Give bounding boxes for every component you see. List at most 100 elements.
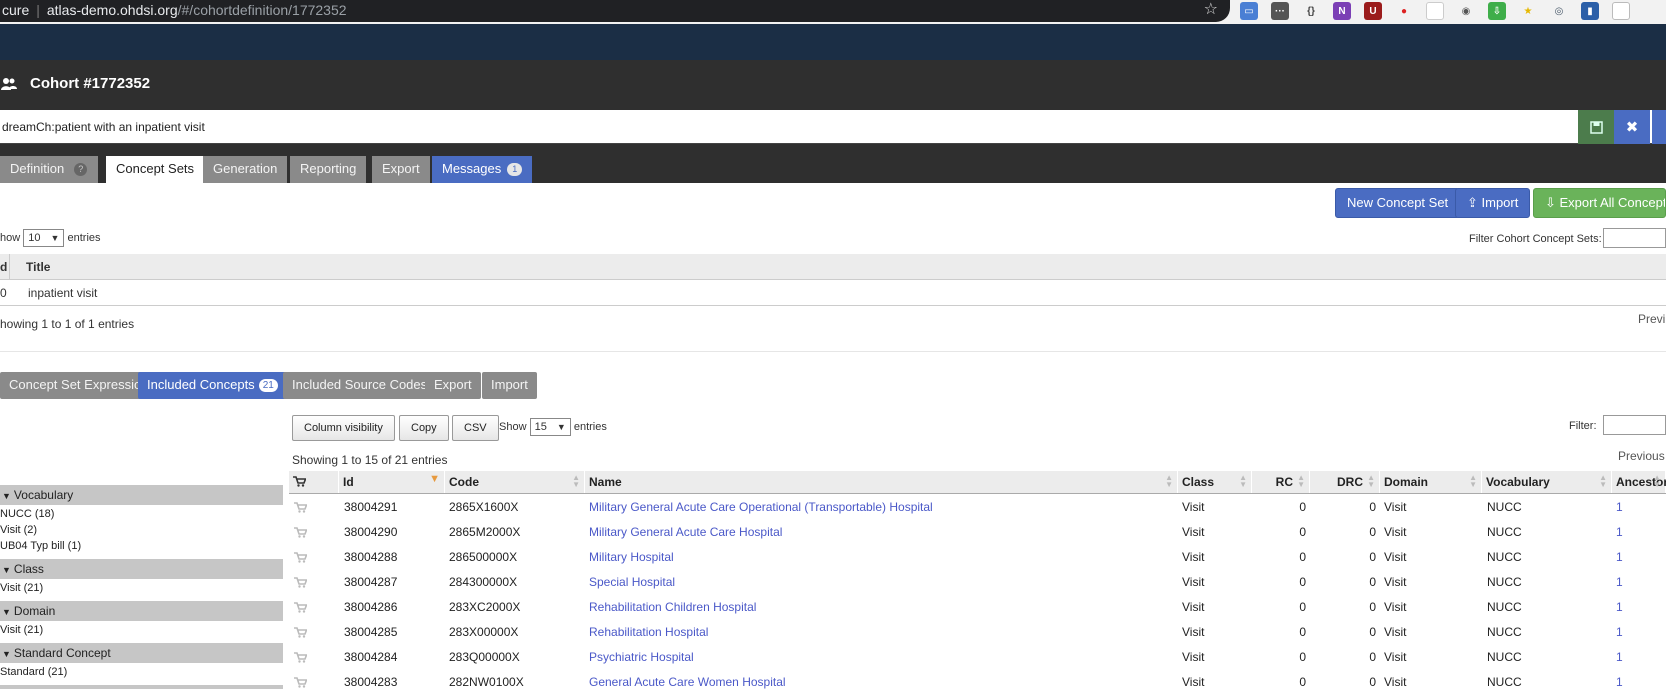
tab-included-source-codes[interactable]: Included Source Codes xyxy=(283,372,437,399)
document-extension-icon[interactable] xyxy=(1612,2,1630,20)
copy-cohort-button[interactable] xyxy=(1652,110,1666,144)
tab-included-concepts[interactable]: Included Concepts 21 xyxy=(138,372,287,399)
star-extension-icon[interactable]: ★ xyxy=(1519,2,1537,20)
cell-ancestors[interactable]: 1 xyxy=(1616,650,1623,664)
concepts-length-select[interactable]: 15 ▼ xyxy=(529,418,571,436)
bookmark-star-icon[interactable]: ☆ xyxy=(1204,0,1218,20)
row-title[interactable]: inpatient visit xyxy=(28,286,97,300)
cell-ancestors[interactable]: 1 xyxy=(1616,600,1623,614)
previous-page-link[interactable]: Previ xyxy=(1638,312,1665,326)
col-ancestors-header[interactable]: Ancestors▲▼ xyxy=(1612,471,1666,493)
ublock-icon[interactable]: U xyxy=(1364,2,1382,20)
cell-ancestors[interactable]: 1 xyxy=(1616,625,1623,639)
add-to-cart-icon[interactable] xyxy=(294,627,308,638)
extension-window-icon[interactable]: ▭ xyxy=(1240,2,1258,20)
add-to-cart-icon[interactable] xyxy=(294,502,308,513)
col-title-header[interactable]: Title xyxy=(26,260,50,274)
concept-sets-length-select[interactable]: 10 ▼ xyxy=(23,229,65,247)
col-domain-header[interactable]: Domain ▲ ▼ xyxy=(1380,471,1482,493)
download-extension-icon[interactable]: ⇩ xyxy=(1488,2,1506,20)
tab-messages[interactable]: Messages 1 xyxy=(432,156,533,183)
cell-name[interactable]: Special Hospital xyxy=(589,575,675,589)
facet-item[interactable]: UB04 Typ bill (1) xyxy=(0,540,81,552)
bookmark-extension-icon[interactable]: ▮ xyxy=(1581,2,1599,20)
facet-item[interactable]: NUCC (18) xyxy=(0,508,54,520)
facet-header[interactable]: ▼ Domain xyxy=(0,601,283,621)
add-to-cart-icon[interactable] xyxy=(294,577,308,588)
cell-code: 2865X1600X xyxy=(449,500,519,514)
add-to-cart-icon[interactable] xyxy=(294,677,308,688)
copy-button[interactable]: Copy xyxy=(399,415,449,441)
extension-blank-icon[interactable] xyxy=(1426,2,1444,20)
address-bar[interactable]: cure | atlas-demo.ohdsi.org/#/cohortdefini… xyxy=(0,0,1230,22)
tab-export[interactable]: Export xyxy=(372,156,430,183)
col-name-header[interactable]: Name ▲ ▼ xyxy=(585,471,1178,493)
filter-icon: ▼ xyxy=(2,649,11,659)
tab-export[interactable]: Export xyxy=(425,372,481,399)
add-to-cart-icon[interactable] xyxy=(294,552,308,563)
extension-braces-icon[interactable]: {} xyxy=(1302,2,1320,20)
column-label: RC xyxy=(1275,475,1293,489)
previous-page-link[interactable]: Previous xyxy=(1618,449,1665,463)
onenote-icon[interactable]: N xyxy=(1333,2,1351,20)
add-to-cart-icon[interactable] xyxy=(294,527,308,538)
facet-title: Domain xyxy=(13,604,56,618)
cell-name[interactable]: Psychiatric Hospital xyxy=(589,650,694,664)
cell-name[interactable]: Rehabilitation Hospital xyxy=(589,625,708,639)
cell-name[interactable]: Rehabilitation Children Hospital xyxy=(589,600,756,614)
extension-dots-icon[interactable]: ··· xyxy=(1271,2,1289,20)
facet-item[interactable]: Visit (2) xyxy=(0,524,37,536)
tab-generation[interactable]: Generation xyxy=(203,156,288,183)
column-visibility-button[interactable]: Column visibility xyxy=(292,415,395,441)
filter-concept-sets-input[interactable] xyxy=(1603,228,1666,248)
extension-circle-icon[interactable]: ◉ xyxy=(1457,2,1475,20)
help-icon[interactable]: ? xyxy=(74,163,88,176)
caret-down-icon: ▼ xyxy=(556,422,566,432)
import-button[interactable]: ⇪ Import xyxy=(1455,188,1531,218)
col-vocabulary-header[interactable]: Vocabulary ▲ ▼ xyxy=(1482,471,1612,493)
cell-ancestors[interactable]: 1 xyxy=(1616,525,1623,539)
col-rc-header[interactable]: RC ▲ ▼ xyxy=(1252,471,1310,493)
cell-ancestors[interactable]: 1 xyxy=(1616,675,1623,689)
col-id-header[interactable]: Id ▼ xyxy=(339,471,445,493)
cell-ancestors[interactable]: 1 xyxy=(1616,575,1623,589)
table-row[interactable]: 0 inpatient visit xyxy=(0,280,1666,306)
facet-item[interactable]: Standard (21) xyxy=(0,666,67,678)
extension-swirl-icon[interactable]: ◎ xyxy=(1550,2,1568,20)
cell-ancestors[interactable]: 1 xyxy=(1616,500,1623,514)
tab-concept-sets[interactable]: Concept Sets xyxy=(106,156,205,183)
facet-header[interactable]: ▼Invalid Reason xyxy=(0,685,283,689)
close-button[interactable]: ✖ xyxy=(1614,110,1650,144)
facet-header[interactable]: ▼ Vocabulary xyxy=(0,485,283,505)
cell-ancestors[interactable]: 1 xyxy=(1616,550,1623,564)
facet-item[interactable]: Visit (21) xyxy=(0,624,43,636)
col-id-header[interactable]: d xyxy=(0,260,7,274)
filter-concepts-input[interactable] xyxy=(1603,415,1666,435)
cell-code: 286500000X xyxy=(449,550,518,564)
facet-item[interactable]: Visit (21) xyxy=(0,582,43,594)
col-drc-header[interactable]: DRC ▲ ▼ xyxy=(1310,471,1380,493)
tab-concept-set-expression[interactable]: Concept Set Expression xyxy=(0,372,158,399)
tab-import[interactable]: Import xyxy=(482,372,537,399)
new-concept-set-button[interactable]: New Concept Set xyxy=(1335,188,1461,218)
tab-definition[interactable]: Definition? xyxy=(0,156,98,183)
save-button[interactable] xyxy=(1578,110,1614,144)
col-class-header[interactable]: Class ▲ ▼ xyxy=(1178,471,1252,493)
add-to-cart-icon[interactable] xyxy=(294,652,308,663)
cell-name[interactable]: Military General Acute Care Hospital xyxy=(589,525,782,539)
cell-name[interactable]: General Acute Care Women Hospital xyxy=(589,675,786,689)
facet-header[interactable]: ▼ Standard Concept xyxy=(0,643,283,663)
cell-name[interactable]: Military General Acute Care Operational … xyxy=(589,500,933,514)
export-all-concept-sets-button[interactable]: ⇩ Export All Concept Sets xyxy=(1533,188,1666,218)
cell-name[interactable]: Military Hospital xyxy=(589,550,674,564)
facet-header[interactable]: ▼ Class xyxy=(0,559,283,579)
bell-icon[interactable]: ● xyxy=(1395,2,1413,20)
add-to-cart-icon[interactable] xyxy=(294,602,308,613)
col-code-header[interactable]: Code ▲ ▼ xyxy=(445,471,585,493)
tab-reporting[interactable]: Reporting xyxy=(290,156,367,183)
cell-class: Visit xyxy=(1182,675,1205,689)
csv-button[interactable]: CSV xyxy=(452,415,499,441)
col-cart-header[interactable] xyxy=(289,471,339,493)
cohort-name-input[interactable]: dreamCh:patient with an inpatient visit xyxy=(2,120,205,134)
cell-code: 283XC2000X xyxy=(449,600,521,614)
